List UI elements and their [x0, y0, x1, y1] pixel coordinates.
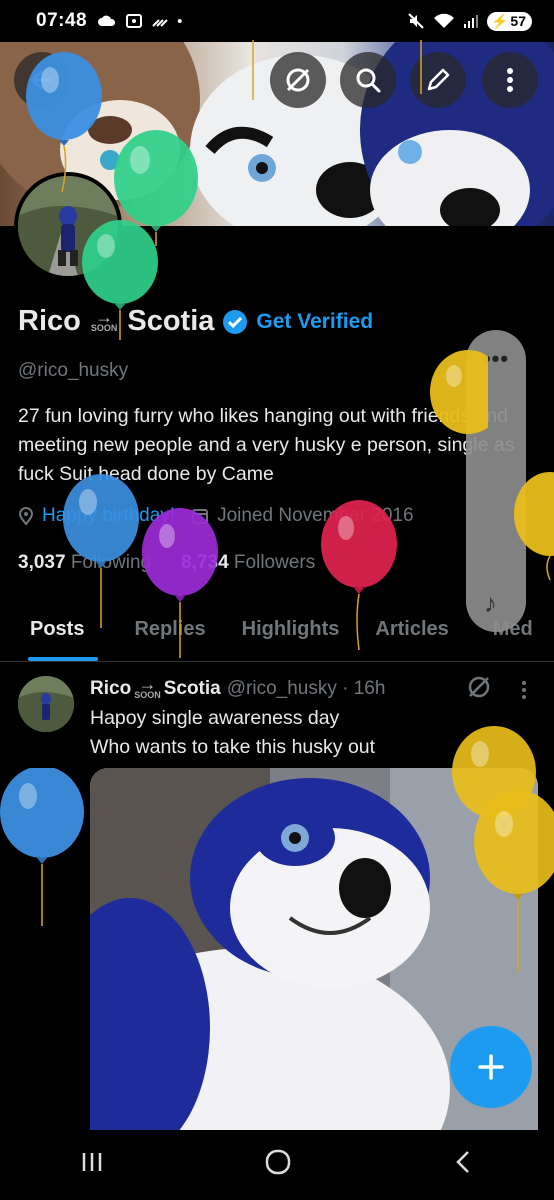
- birthday-text: Happy birthday!: [42, 505, 176, 526]
- status-time: 07:48: [36, 10, 88, 31]
- profile-handle: @rico_husky: [18, 360, 129, 381]
- calendar-icon: [192, 509, 209, 524]
- status-bar: 07:48 • ⚡ 57: [0, 0, 554, 42]
- post-avatar[interactable]: [18, 676, 74, 732]
- screenshot-icon: [126, 14, 143, 28]
- tab-posts[interactable]: Posts: [27, 610, 100, 661]
- compose-button[interactable]: [450, 1026, 532, 1108]
- wifi-icon: [433, 13, 454, 28]
- tab-articles[interactable]: Articles: [375, 610, 448, 661]
- post-more-icon[interactable]: [520, 680, 528, 700]
- dot-icon: •: [177, 12, 183, 30]
- widget-more-icon[interactable]: •••: [466, 346, 526, 372]
- slash-circle-icon: [286, 68, 310, 92]
- profile-meta: Happy birthday! Joined November 2016: [18, 505, 414, 527]
- back-nav-button[interactable]: [452, 1149, 474, 1182]
- post-text: Hapoy single awareness day Who wants to …: [90, 704, 375, 762]
- following-link[interactable]: 3,037 Following: [18, 552, 151, 574]
- profile-bio: 27 fun loving furry who likes hanging ou…: [18, 405, 515, 485]
- post-line-1: Hapoy single awareness day: [90, 707, 340, 729]
- recent-apps-button[interactable]: [80, 1149, 104, 1181]
- location-pin-icon: [18, 507, 34, 525]
- home-button[interactable]: [264, 1148, 292, 1183]
- slash-circle-icon[interactable]: [466, 674, 492, 700]
- system-nav-bar: [0, 1130, 554, 1200]
- floating-music-widget[interactable]: ••• ♪: [466, 330, 526, 632]
- arrow-left-icon: [31, 70, 53, 90]
- back-button[interactable]: [14, 52, 70, 108]
- verified-badge-icon: [223, 309, 248, 334]
- chevron-left-icon: [456, 1150, 469, 1173]
- follow-counts: 3,037 Following 8,734 Followers: [18, 552, 315, 574]
- recent-apps-icon: [82, 1153, 102, 1171]
- profile-name: Rico → SOON Scotia Get Verified: [18, 305, 373, 338]
- post-handle-time: @rico_husky · 16h: [226, 677, 386, 699]
- status-notification-icons: •: [97, 13, 182, 30]
- battery-indicator: ⚡ 57: [486, 11, 532, 31]
- more-vertical-icon: [507, 68, 513, 92]
- edit-button[interactable]: [410, 52, 466, 108]
- balloon-blue-3: [0, 768, 84, 926]
- get-verified-link[interactable]: Get Verified: [256, 310, 373, 334]
- cell-signal-icon: [463, 15, 478, 28]
- more-button[interactable]: [482, 52, 538, 108]
- search-button[interactable]: [340, 52, 396, 108]
- plus-icon: [478, 1054, 504, 1080]
- home-icon: [265, 1149, 291, 1174]
- tab-replies[interactable]: Replies: [134, 610, 205, 661]
- post-line-2: Who wants to take this husky out: [90, 736, 376, 758]
- post-header: Rico → SOON Scotia @rico_husky · 16h: [90, 675, 386, 700]
- tab-highlights[interactable]: Highlights: [242, 610, 340, 661]
- name-first: Rico: [18, 305, 81, 337]
- grok-button[interactable]: [270, 52, 326, 108]
- followers-link[interactable]: 8,734 Followers: [181, 552, 315, 574]
- cloud-icon: [98, 15, 116, 26]
- status-right: ⚡ 57: [407, 11, 532, 31]
- name-last: Scotia: [127, 305, 215, 337]
- music-note-icon[interactable]: ♪: [484, 588, 497, 619]
- signal-off-icon: [152, 19, 168, 27]
- pencil-icon: [427, 68, 450, 91]
- profile-avatar[interactable]: [14, 172, 122, 280]
- joined-text: Joined November 2016: [217, 505, 414, 526]
- search-icon: [356, 68, 381, 93]
- post-author-name[interactable]: Rico → SOON Scotia: [90, 675, 221, 700]
- mute-icon: [408, 13, 424, 29]
- soon-emoji: → SOON: [90, 306, 118, 334]
